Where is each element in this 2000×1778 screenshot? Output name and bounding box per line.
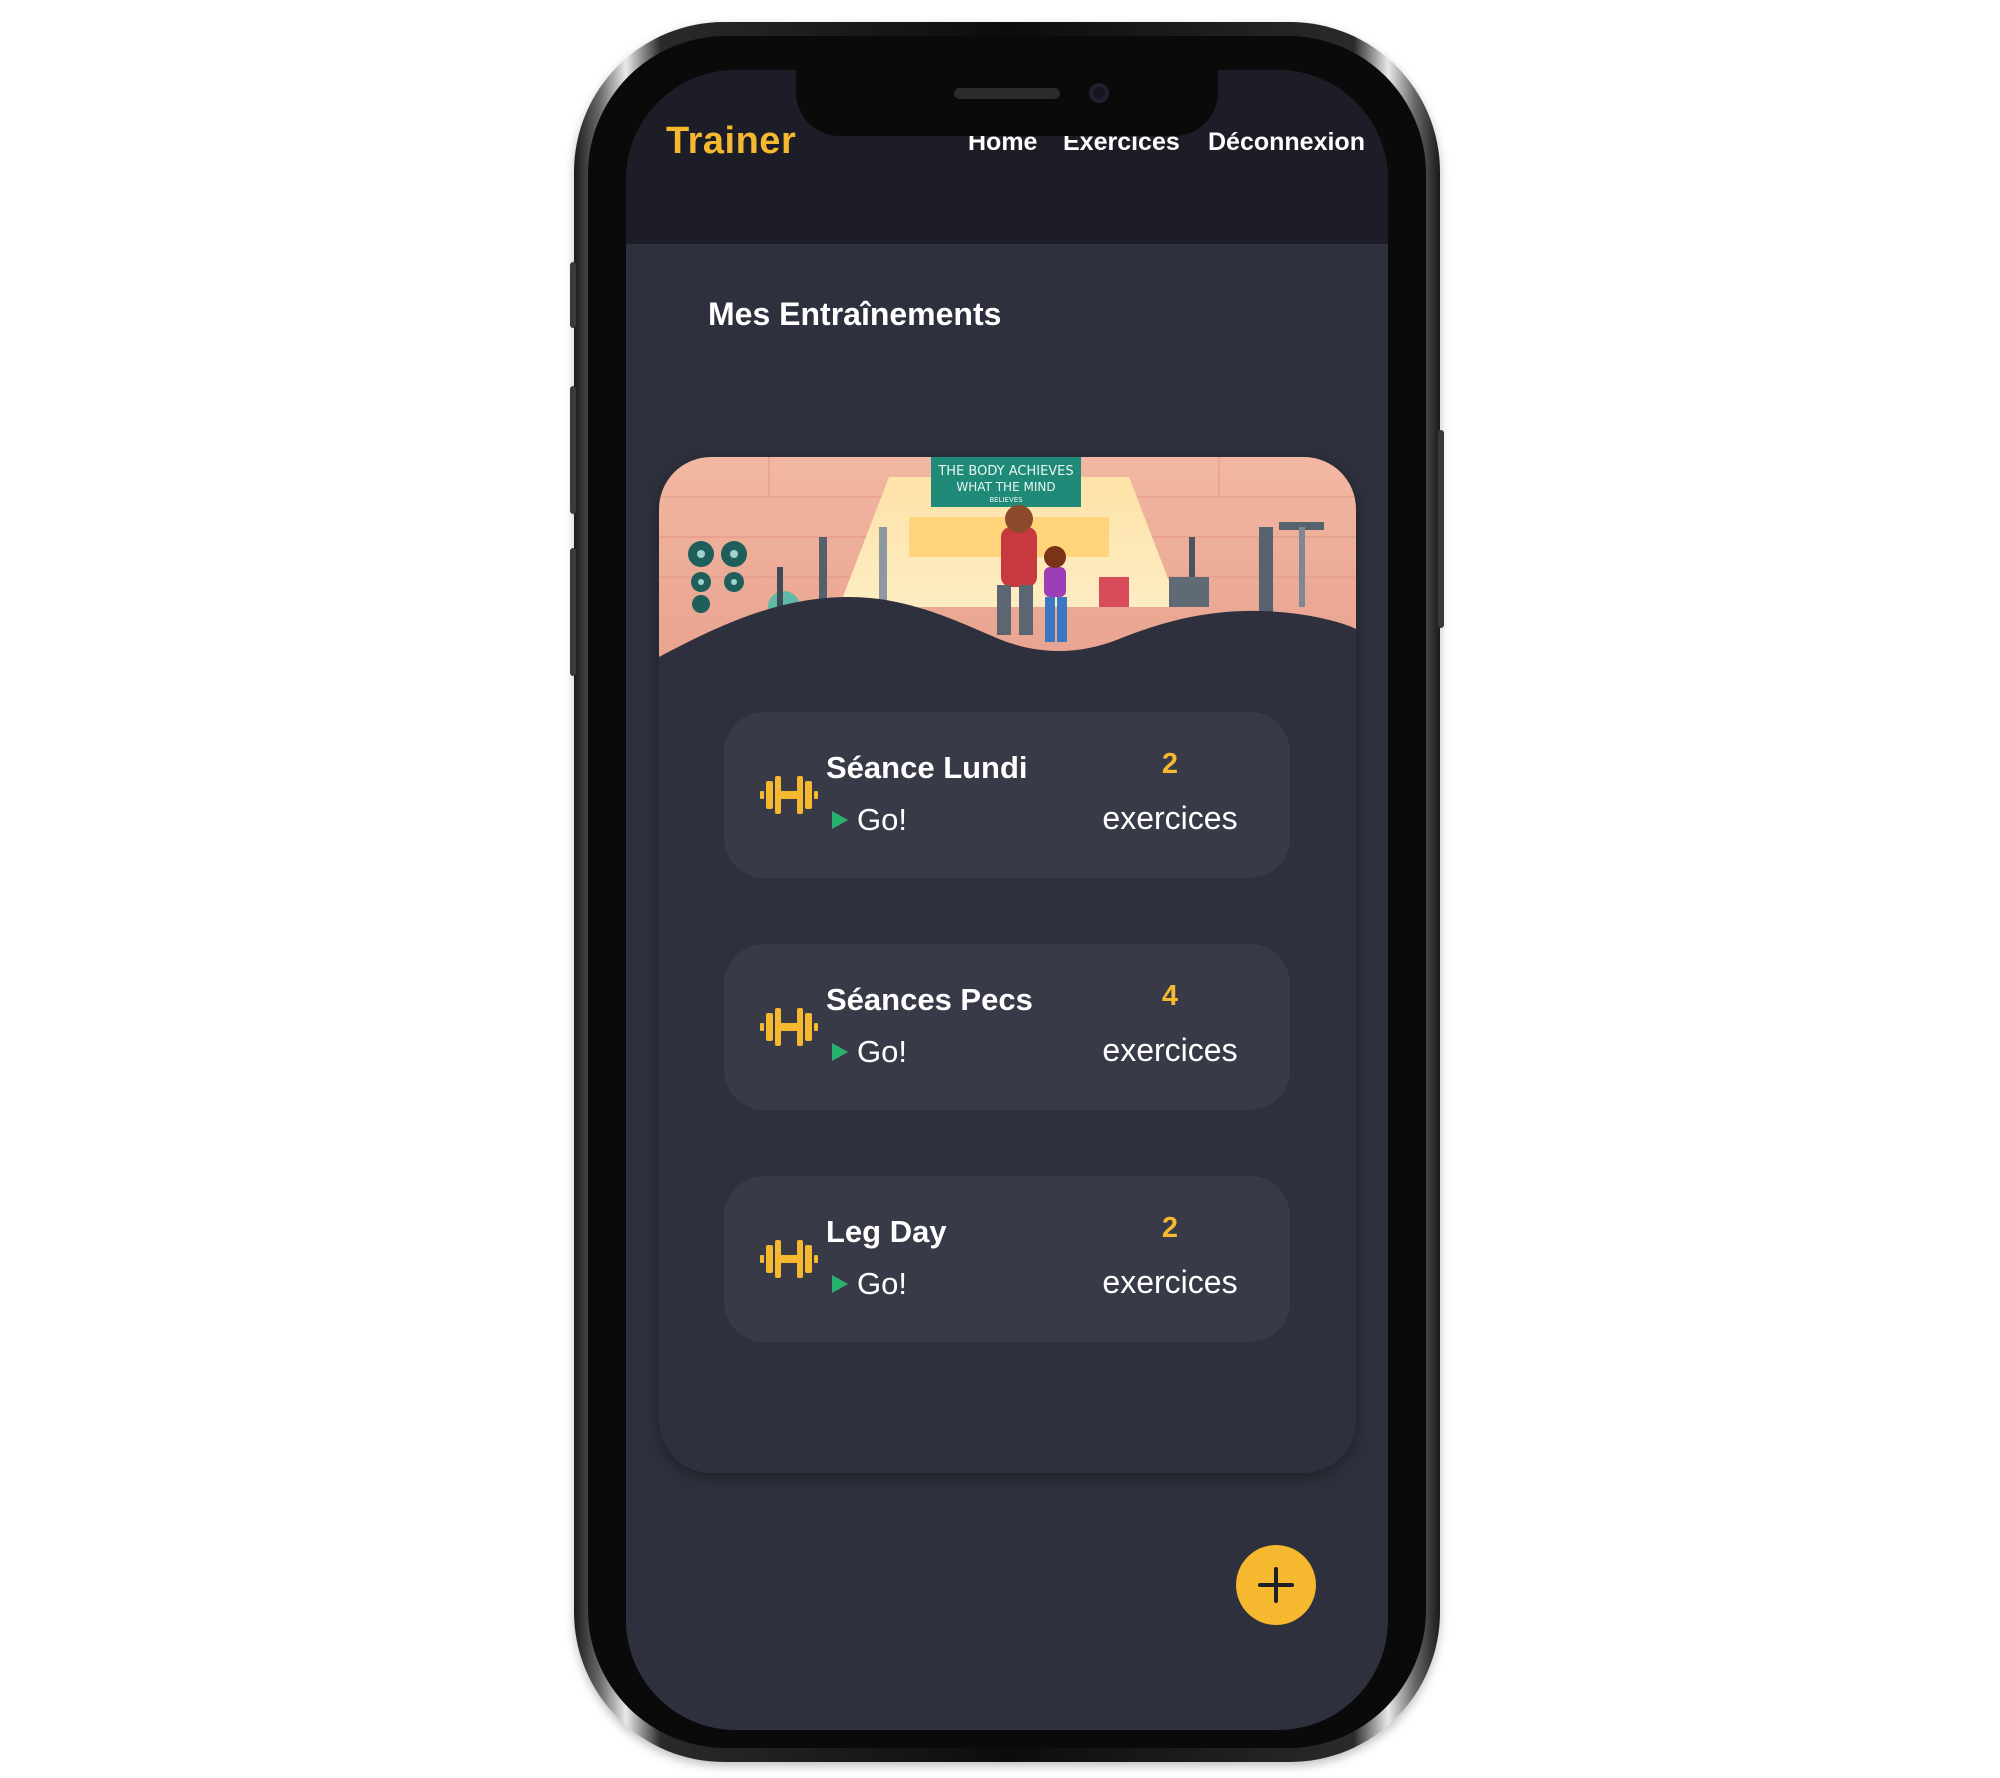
exercise-count-label: exercices <box>1102 800 1238 836</box>
phone-volume-down-button <box>570 548 576 676</box>
go-label: Go! <box>857 1266 907 1301</box>
dumbbell-icon <box>760 776 818 814</box>
banner-sign-line2: WHAT THE MIND <box>956 480 1055 494</box>
exercise-count: 2 <box>1161 748 1179 780</box>
exercise-count: 4 <box>1161 980 1179 1012</box>
workout-name: Leg Day <box>826 1214 947 1249</box>
go-button[interactable]: Go! <box>832 800 907 840</box>
gym-banner-illustration: THE BODY ACHIEVES WHAT THE MIND BELIEVES <box>659 457 1356 667</box>
go-button[interactable]: Go! <box>832 1032 907 1072</box>
exercise-count-label: exercices <box>1102 1032 1238 1068</box>
go-button[interactable]: Go! <box>832 1264 907 1304</box>
play-icon <box>832 811 848 829</box>
phone-notch <box>796 70 1218 136</box>
workouts-card: THE BODY ACHIEVES WHAT THE MIND BELIEVES <box>659 457 1356 1473</box>
app-screen: Trainer Home Exercices Déconnexion Mes E… <box>626 70 1388 1730</box>
phone-volume-up-button <box>570 386 576 514</box>
phone-silent-switch <box>570 262 576 328</box>
phone-speaker <box>954 88 1060 99</box>
exercise-count: 2 <box>1161 1212 1179 1244</box>
exercise-count-label: exercices <box>1102 1264 1238 1300</box>
brand-logo[interactable]: Trainer <box>666 120 796 163</box>
workout-item[interactable]: Leg Day Go! 2 exercices <box>724 1176 1290 1342</box>
add-workout-button[interactable] <box>1236 1545 1316 1625</box>
nav-logout-link[interactable]: Déconnexion <box>1208 128 1365 157</box>
workout-name: Séance Lundi <box>826 750 1028 785</box>
banner-sign-line1: THE BODY ACHIEVES <box>937 464 1073 479</box>
workout-item[interactable]: Séances Pecs Go! 4 exercices <box>724 944 1290 1110</box>
go-label: Go! <box>857 1034 907 1069</box>
plus-icon <box>1258 1567 1294 1603</box>
phone-camera <box>1089 83 1109 103</box>
workout-item[interactable]: Séance Lundi Go! 2 exercices <box>724 712 1290 878</box>
dumbbell-icon <box>760 1240 818 1278</box>
go-label: Go! <box>857 802 907 837</box>
play-icon <box>832 1043 848 1061</box>
dumbbell-icon <box>760 1008 818 1046</box>
phone-power-button <box>1438 430 1444 628</box>
workout-name: Séances Pecs <box>826 982 1033 1017</box>
play-icon <box>832 1275 848 1293</box>
page-title: Mes Entraînements <box>708 296 1002 332</box>
banner-sign-line3: BELIEVES <box>989 496 1023 504</box>
